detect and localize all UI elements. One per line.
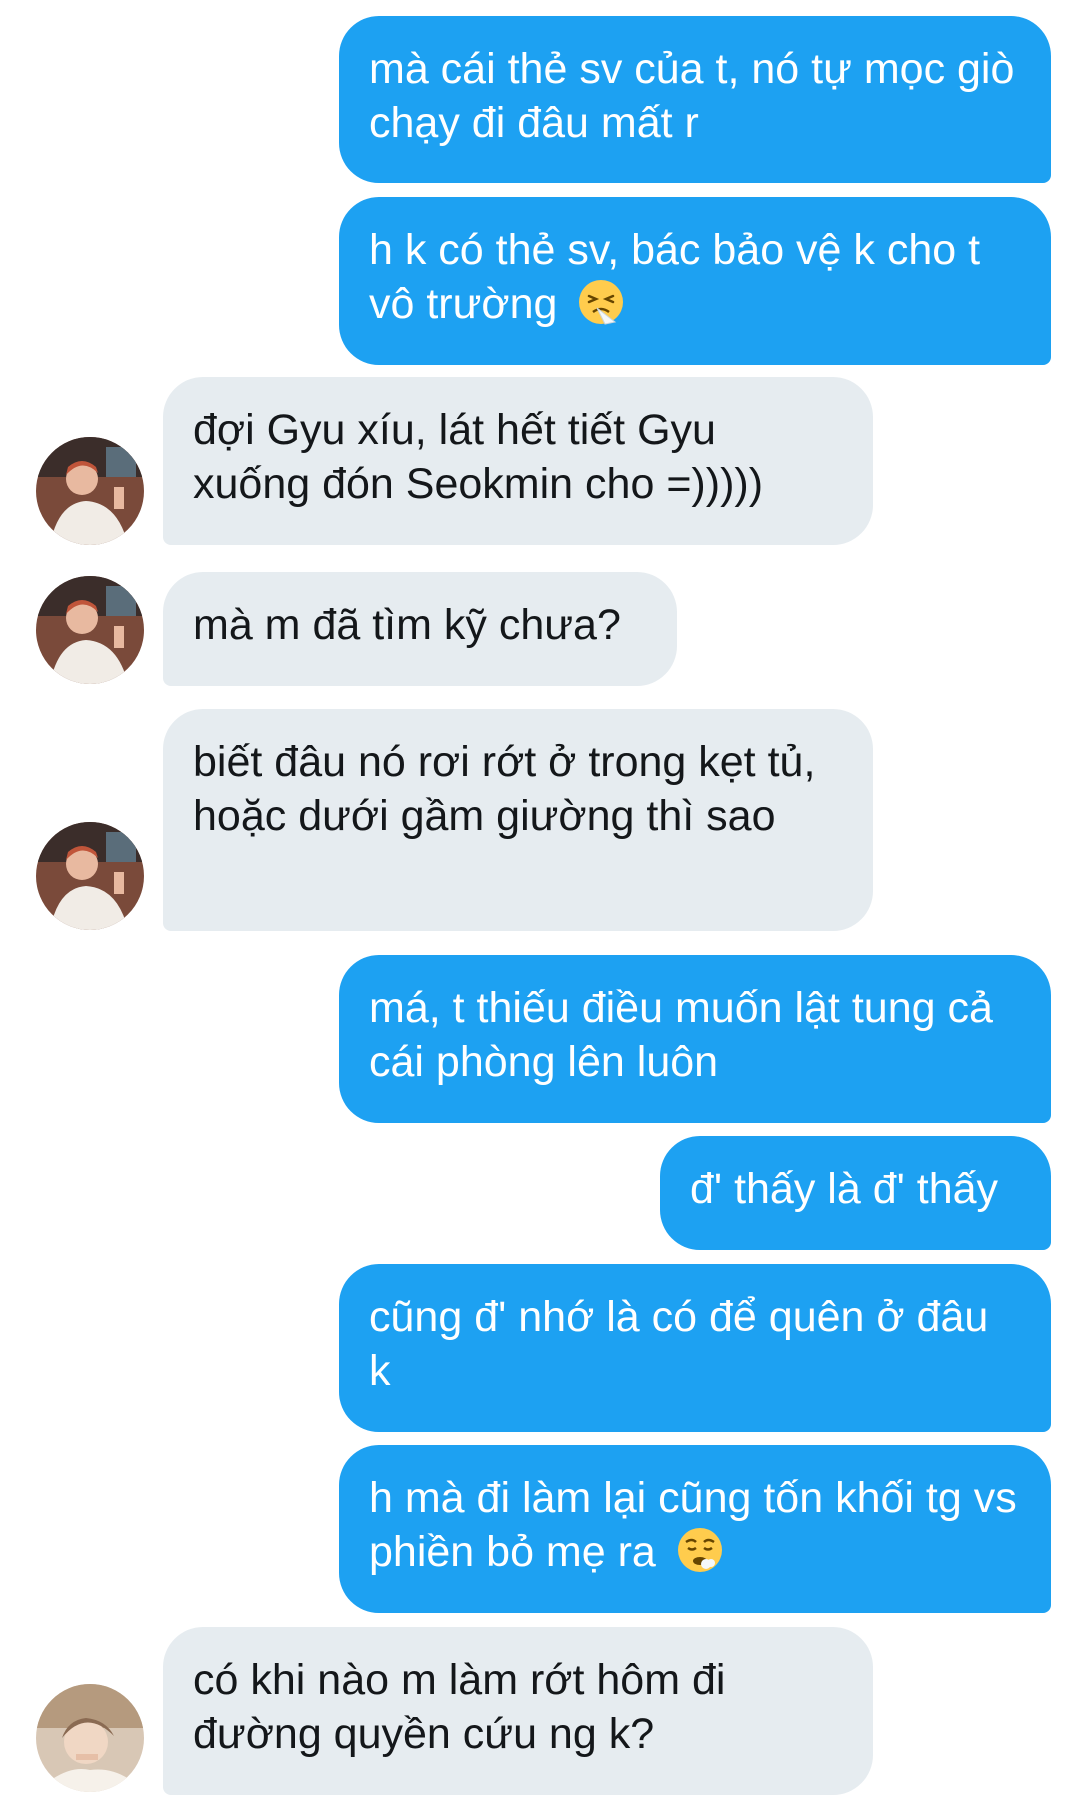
message-text: mà cái thẻ sv của t, nó tự mọc giò chạy … <box>369 45 1015 147</box>
message-text: đ' thấy là đ' thấy <box>690 1165 999 1213</box>
message-text: mà m đã tìm kỹ chưa? <box>193 601 621 649</box>
message-text: cũng đ' nhớ là có để quên ở đâu k <box>369 1293 989 1395</box>
message-text: má, t thiếu điều muốn lật tung cả cái ph… <box>369 984 993 1086</box>
avatar[interactable] <box>36 437 144 545</box>
message-bubble-outgoing[interactable]: đ' thấy là đ' thấy <box>660 1136 1051 1250</box>
message-text: h k có thẻ sv, bác bảo vệ k cho t vô trư… <box>369 226 981 328</box>
message-bubble-outgoing[interactable]: h mà đi làm lại cũng tốn khối tg vs phiề… <box>339 1445 1051 1613</box>
message-bubble-incoming[interactable]: có khi nào m làm rớt hôm đi đường quyền … <box>163 1627 873 1795</box>
message-bubble-outgoing[interactable]: h k có thẻ sv, bác bảo vệ k cho t vô trư… <box>339 197 1051 365</box>
conversation-thread: mà cái thẻ sv của t, nó tự mọc giò chạy … <box>0 0 1080 1800</box>
message-text: biết đâu nó rơi rớt ở trong kẹt tủ, hoặc… <box>193 738 816 840</box>
message-bubble-incoming[interactable]: biết đâu nó rơi rớt ở trong kẹt tủ, hoặc… <box>163 709 873 931</box>
sneezing-face-emoji-icon <box>577 278 625 326</box>
message-bubble-outgoing[interactable]: cũng đ' nhớ là có để quên ở đâu k <box>339 1264 1051 1432</box>
message-bubble-outgoing[interactable]: mà cái thẻ sv của t, nó tự mọc giò chạy … <box>339 16 1051 183</box>
message-bubble-incoming[interactable]: mà m đã tìm kỹ chưa? <box>163 572 677 686</box>
avatar[interactable] <box>36 1684 144 1792</box>
message-bubble-incoming[interactable]: đợi Gyu xíu, lát hết tiết Gyu xuống đón … <box>163 377 873 545</box>
avatar[interactable] <box>36 576 144 684</box>
avatar[interactable] <box>36 822 144 930</box>
message-text: có khi nào m làm rớt hôm đi đường quyền … <box>193 1656 726 1758</box>
weary-face-emoji-icon <box>676 1526 724 1574</box>
message-bubble-outgoing[interactable]: má, t thiếu điều muốn lật tung cả cái ph… <box>339 955 1051 1123</box>
message-text: đợi Gyu xíu, lát hết tiết Gyu xuống đón … <box>193 406 764 508</box>
